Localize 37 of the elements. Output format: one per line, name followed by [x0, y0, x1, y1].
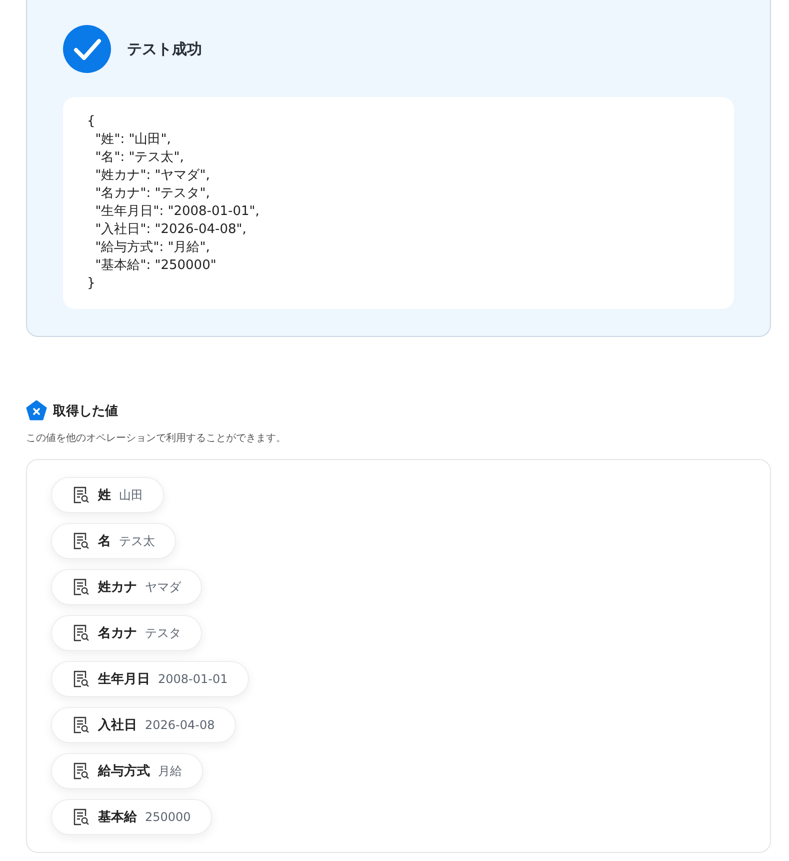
value-name: 名カナ: [98, 625, 137, 642]
document-search-icon: [72, 532, 90, 550]
value-text: 250000: [145, 810, 191, 824]
value-chip[interactable]: 入社日 2026-04-08: [51, 707, 236, 743]
value-chip[interactable]: 名 テス太: [51, 523, 176, 559]
value-name: 生年月日: [98, 671, 150, 688]
status-title: テスト成功: [127, 40, 202, 58]
section-title: 取得した値: [53, 402, 118, 420]
value-name: 名: [98, 533, 111, 550]
document-search-icon: [72, 624, 90, 642]
document-search-icon: [72, 762, 90, 780]
value-name: 入社日: [98, 716, 137, 734]
variable-icon: [26, 400, 47, 421]
document-search-icon: [72, 670, 90, 688]
value-name: 基本給: [98, 809, 137, 826]
value-name: 姓カナ: [98, 579, 137, 596]
value-text: 山田: [119, 486, 143, 504]
json-output: { "姓": "山田", "名": "テス太", "姓カナ": "ヤマダ", "名カナ": "テスタ", "生年月日": "2008-01-01", "入社日": "2026-04-08", "給与方式": "月給", "基本給": "250000" }: [63, 97, 734, 309]
value-text: 月給: [158, 762, 182, 780]
value-chip[interactable]: 姓 山田: [51, 477, 164, 513]
value-name: 姓: [98, 487, 111, 504]
value-chip[interactable]: 給与方式 月給: [51, 753, 203, 789]
value-text: テス太: [119, 532, 155, 550]
document-search-icon: [72, 808, 90, 826]
section-description: この値を他のオペレーションで利用することができます。: [26, 432, 287, 445]
value-text: 2008-01-01: [158, 672, 228, 686]
value-chip[interactable]: 名カナ テスタ: [51, 615, 202, 651]
value-text: テスタ: [145, 624, 181, 642]
document-search-icon: [72, 486, 90, 504]
value-name: 給与方式: [98, 762, 150, 780]
value-chip[interactable]: 姓カナ ヤマダ: [51, 569, 202, 605]
value-chip[interactable]: 基本給 250000: [51, 799, 212, 835]
value-text: 2026-04-08: [145, 718, 215, 732]
value-chip[interactable]: 生年月日 2008-01-01: [51, 661, 249, 697]
document-search-icon: [72, 716, 90, 734]
value-text: ヤマダ: [145, 578, 181, 596]
document-search-icon: [72, 578, 90, 596]
